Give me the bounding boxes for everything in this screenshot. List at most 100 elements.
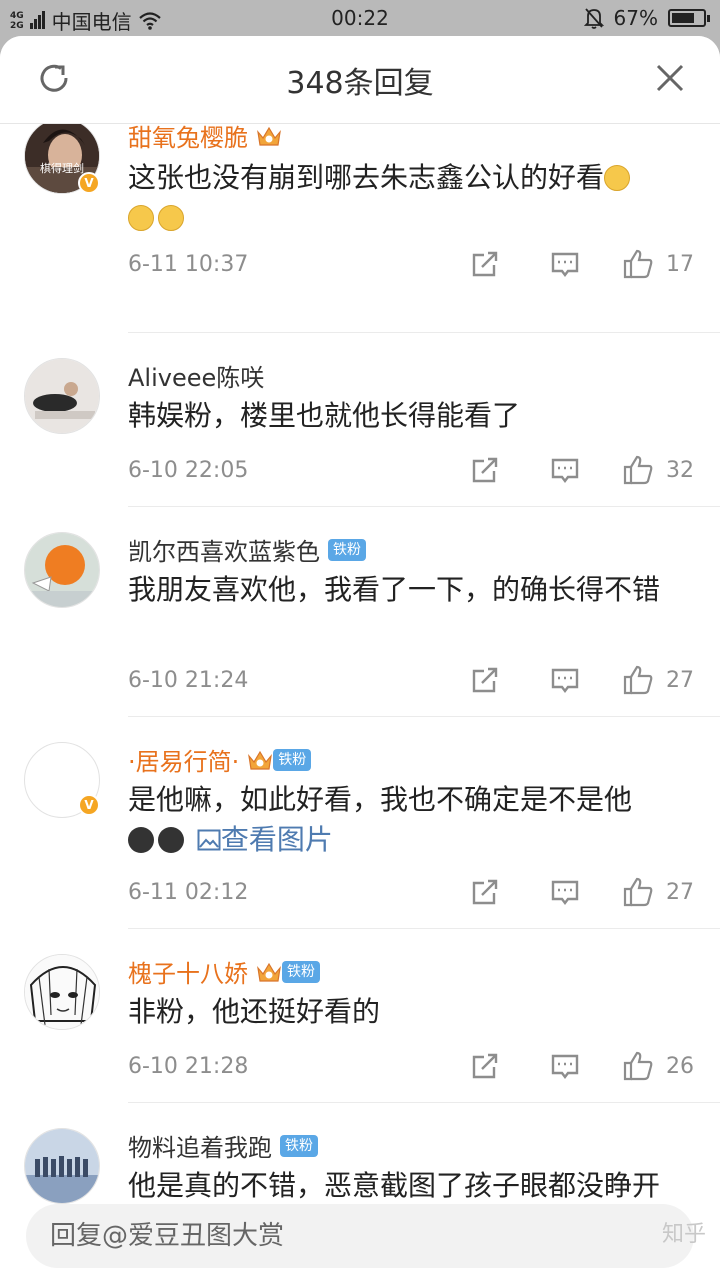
like-button[interactable]: 26 [622,1050,694,1082]
comment-actions: 32 [470,454,694,486]
share-button[interactable] [470,877,500,907]
comment-icon [551,1054,579,1079]
username-text: ·居易行简· [128,748,240,776]
like-count: 26 [666,1053,694,1079]
thumbs-up-icon [623,249,653,279]
comment-item: 棋得理剑 V 甜氧兔樱脆 这张也没有崩到哪去朱志鑫公认的好看 6-11 10:3… [0,124,720,334]
thumbs-up-icon [623,877,653,907]
crying-emoji-icon [128,827,154,853]
comment-date: 6-11 02:12 [128,880,249,905]
username-text: 槐子十八娇 [128,960,248,988]
zhihu-watermark: 知乎 [661,1222,706,1247]
divider [128,1102,720,1103]
comment-actions: 17 [470,248,694,280]
reply-button[interactable] [550,877,580,907]
comment-username[interactable]: 甜氧兔樱脆 [128,124,282,153]
share-icon [472,1053,498,1079]
reply-button[interactable] [550,665,580,695]
comment-username[interactable]: 凯尔西喜欢蓝紫色 铁粉 [128,532,366,567]
mute-bell-icon [583,8,604,29]
comment-item: 物料追着我跑 铁粉 他是真的不错，恶意截图了孩子眼都没睁开 [0,1104,720,1204]
avatar[interactable] [24,954,100,1030]
like-button[interactable]: 27 [622,876,694,908]
comment-item: V ·居易行简· 铁粉 是他嘛，如此好看，我也不确定是不是他 查看图片 6-11… [0,718,720,930]
divider [128,332,720,333]
share-button[interactable] [470,455,500,485]
comment-actions: 27 [470,664,694,696]
username-text: 甜氧兔樱脆 [128,124,248,152]
avatar-image [25,1129,99,1203]
view-image-link[interactable]: 查看图片 [197,823,333,856]
fan-badge: 铁粉 [328,538,366,561]
fan-badge: 铁粉 [280,1134,318,1157]
comment-actions: 27 [470,876,694,908]
close-icon [656,64,684,92]
comment-username[interactable]: Aliveee陈咲 [128,358,264,393]
comment-icon [551,880,579,905]
smile-emoji-icon [604,165,631,191]
reply-button[interactable] [550,1051,580,1081]
share-button[interactable] [470,249,500,279]
vip-crown-icon [248,750,273,770]
comment-item: 凯尔西喜欢蓝紫色 铁粉 我朋友喜欢他，我看了一下，的确长得不错 6-10 21:… [0,508,720,718]
username-text: Aliveee陈咲 [128,364,265,392]
share-icon [472,667,498,693]
comment-actions: 26 [470,1050,694,1082]
sheet-title: 348条回复 [286,66,434,101]
comment-icon [551,458,579,483]
view-image-text: 查看图片 [220,823,333,856]
status-bar: 4G 2G 中国电信 00:22 67% [0,0,720,38]
replies-sheet: 348条回复 棋得理剑 V 甜氧兔樱脆 这张也没有崩到哪去朱志鑫公认的好看 6-… [0,36,720,1280]
comment-text-content: 非粉，他还挺好看的 [128,995,381,1028]
share-icon [472,457,498,483]
comment-item: 槐子十八娇 铁粉 非粉，他还挺好看的 6-10 21:28 26 [0,930,720,1104]
username-text: 物料追着我跑 [128,1134,272,1162]
share-button[interactable] [470,665,500,695]
like-count: 27 [666,667,694,693]
comment-text-content: 这张也没有崩到哪去朱志鑫公认的好看 [128,161,605,194]
divider [128,928,720,929]
verified-badge-icon: V [78,172,100,194]
vip-crown-icon [257,126,281,146]
verified-badge-icon: V [78,794,100,816]
like-button[interactable]: 32 [622,454,694,486]
smile-emoji-icon [158,205,184,231]
share-icon [472,879,498,905]
share-button[interactable] [470,1051,500,1081]
comment-text-content: 韩娱粉，楼里也就他长得能看了 [128,399,521,432]
comment-icon [551,252,579,277]
reply-button[interactable] [550,455,580,485]
reply-bar: 回复@爱豆丑图大赏 知乎 [0,1204,720,1280]
avatar[interactable] [24,1128,100,1204]
like-button[interactable]: 17 [622,248,694,280]
close-button[interactable] [650,58,690,98]
avatar-image [25,533,99,607]
image-icon [197,829,221,851]
comment-list[interactable]: 棋得理剑 V 甜氧兔樱脆 这张也没有崩到哪去朱志鑫公认的好看 6-11 10:3… [0,124,720,1204]
status-right: 67% [583,6,710,30]
smile-emoji-icon [128,205,154,231]
comment-date: 6-10 21:28 [128,1054,249,1079]
comment-username[interactable]: ·居易行简· 铁粉 [128,742,312,777]
comment-username[interactable]: 物料追着我跑 铁粉 [128,1128,318,1163]
comment-item: Aliveee陈咲 韩娱粉，楼里也就他长得能看了 6-10 22:05 32 [0,334,720,508]
share-icon [472,251,498,277]
thumbs-up-icon [623,1051,653,1081]
divider [128,506,720,507]
comment-username[interactable]: 槐子十八娇 铁粉 [128,954,320,989]
comment-text-content: 我朋友喜欢他，我看了一下，的确长得不错 [128,573,661,606]
reply-input[interactable]: 回复@爱豆丑图大赏 [26,1204,694,1268]
thumbs-up-icon [623,455,653,485]
fan-badge: 铁粉 [282,960,320,983]
battery-icon [668,9,710,27]
comment-text: 我朋友喜欢他，我看了一下，的确长得不错 [128,570,688,610]
like-count: 27 [666,879,694,905]
divider [128,716,720,717]
avatar[interactable] [24,358,100,434]
comment-date: 6-10 22:05 [128,458,249,483]
avatar[interactable] [24,532,100,608]
like-button[interactable]: 27 [622,664,694,696]
comment-text: 这张也没有崩到哪去朱志鑫公认的好看 [128,158,688,238]
reply-button[interactable] [550,249,580,279]
sheet-header: 348条回复 [0,36,720,124]
